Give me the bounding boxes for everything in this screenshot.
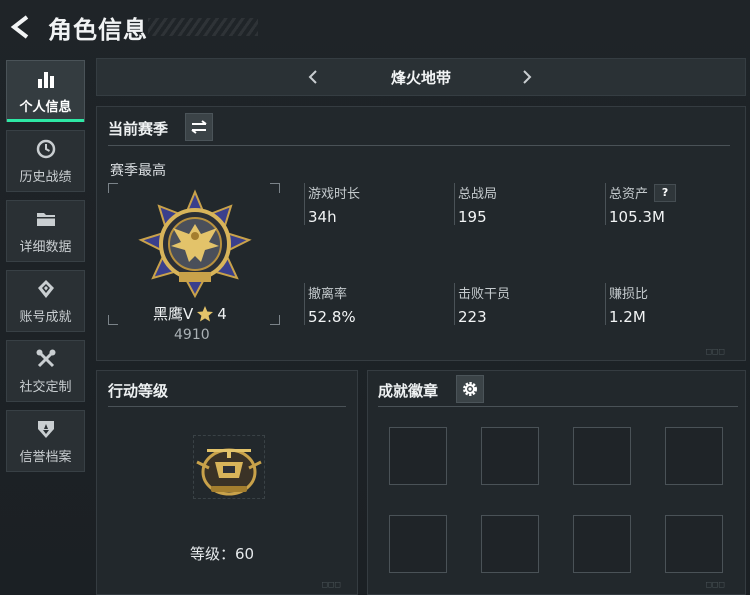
panel-decoration: □□□ (322, 580, 342, 590)
sidebar: 个人信息 历史战绩 详细数据 账号成就 社交定制 信誉档案 (6, 60, 86, 480)
badge-slot[interactable] (573, 515, 631, 573)
folder-icon (35, 208, 57, 230)
stat-label: 游戏时长 (308, 187, 361, 202)
sidebar-item-label: 历史战绩 (19, 169, 72, 185)
action-level-title: 行动等级 (108, 382, 169, 400)
stat-play-time: 游戏时长 34h (304, 183, 361, 226)
sidebar-item-personal-info[interactable]: 个人信息 (6, 60, 85, 122)
stat-profit-loss-ratio: 赚损比 1.2M (605, 283, 649, 326)
action-level-value: 等级：60 (190, 545, 255, 563)
swap-icon (191, 120, 207, 134)
section-divider (378, 406, 738, 407)
swap-season-button[interactable] (185, 113, 213, 141)
stat-value: 34h (308, 208, 337, 226)
season-name: 烽火地带 (390, 68, 451, 87)
stat-total-assets: 总资产 ? 105.3M (605, 183, 677, 226)
helicopter-level-emblem-icon (196, 448, 262, 496)
stat-value: 1.2M (609, 308, 646, 326)
title-decoration (148, 18, 258, 36)
badge-slot[interactable] (481, 427, 539, 485)
stat-label: 撤离率 (308, 287, 348, 302)
sidebar-item-label: 社交定制 (19, 379, 72, 395)
stat-extraction-rate: 撤离率 52.8% (304, 283, 356, 326)
stat-value: 223 (458, 308, 487, 326)
section-divider (108, 406, 346, 407)
prev-season-arrow-icon[interactable] (303, 67, 323, 87)
stat-value: 52.8% (308, 308, 356, 326)
season-best-label: 赛季最高 (110, 163, 166, 179)
panel-decoration: □□□ (706, 347, 726, 357)
sidebar-item-label: 账号成就 (19, 309, 72, 325)
sidebar-item-label: 详细数据 (19, 239, 72, 255)
page-title: 角色信息 (48, 16, 148, 44)
badge-slot[interactable] (665, 427, 723, 485)
sidebar-item-social-custom[interactable]: 社交定制 (6, 340, 85, 402)
back-arrow-icon[interactable] (8, 14, 34, 40)
stat-value: 195 (458, 208, 487, 226)
sidebar-item-history[interactable]: 历史战绩 (6, 130, 85, 192)
stat-label-row: 总资产 ? (609, 183, 677, 202)
badge-settings-button[interactable] (456, 375, 484, 403)
next-season-arrow-icon[interactable] (517, 67, 537, 87)
badge-slot[interactable] (573, 427, 631, 485)
sidebar-item-label: 信誉档案 (19, 449, 72, 465)
achievement-badges-title: 成就徽章 (378, 382, 439, 400)
bar-chart-icon (35, 68, 57, 90)
badge-slot[interactable] (481, 515, 539, 573)
rank-star-count: 4 (217, 304, 227, 323)
sidebar-item-reputation[interactable]: 信誉档案 (6, 410, 85, 472)
season-selector: 烽火地带 (96, 58, 746, 96)
sidebar-item-label: 个人信息 (19, 99, 72, 115)
reputation-icon (35, 418, 57, 440)
rank-score: 4910 (174, 327, 210, 343)
achievement-icon (35, 278, 57, 300)
badge-slot[interactable] (389, 427, 447, 485)
stat-label: 赚损比 (609, 287, 649, 302)
stat-label: 总资产 (609, 187, 649, 202)
section-divider (108, 145, 730, 146)
sidebar-item-detail-data[interactable]: 详细数据 (6, 200, 85, 262)
role-info-screen: 角色信息 个人信息 历史战绩 详细数据 账号成就 社交定制 信誉档案 烽火地带 … (0, 0, 750, 595)
black-eagle-rank-emblem-icon (138, 189, 252, 299)
help-icon[interactable]: ? (654, 183, 677, 202)
tools-icon (35, 348, 57, 370)
stat-label: 击败干员 (458, 287, 511, 302)
stat-operators-defeated: 击败干员 223 (454, 283, 511, 326)
stat-value: 105.3M (609, 208, 665, 226)
rank-name: 黑鹰V 4 (153, 303, 227, 324)
stat-label: 总战局 (458, 187, 498, 202)
star-icon (197, 305, 214, 321)
sidebar-item-achievements[interactable]: 账号成就 (6, 270, 85, 332)
rank-title: 黑鹰V (153, 305, 194, 323)
badge-slot[interactable] (389, 515, 447, 573)
gear-icon (463, 382, 477, 396)
panel-decoration: □□□ (706, 580, 726, 590)
stat-total-matches: 总战局 195 (454, 183, 498, 226)
history-icon (35, 138, 57, 160)
badge-slot[interactable] (665, 515, 723, 573)
current-season-title: 当前赛季 (108, 120, 169, 138)
